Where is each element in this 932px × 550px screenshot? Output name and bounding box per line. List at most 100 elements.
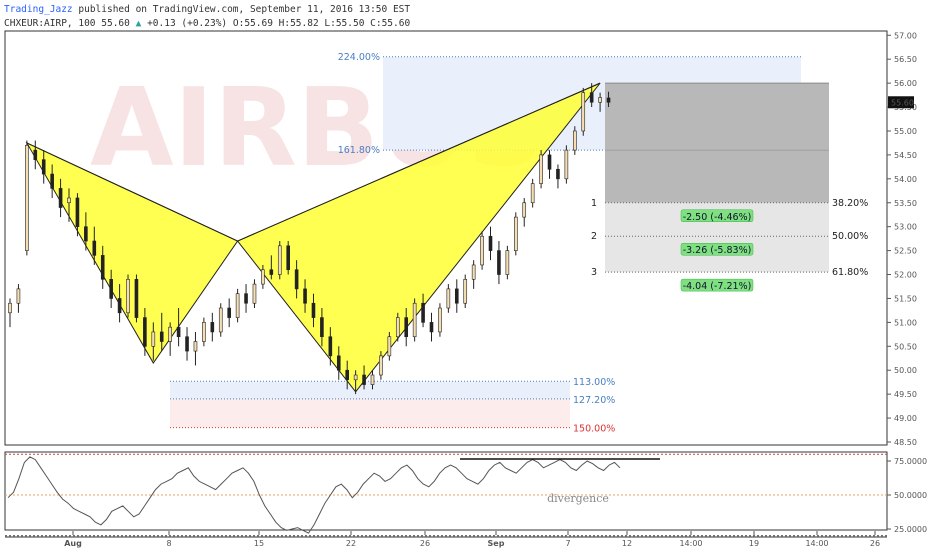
candle: [33, 140, 38, 170]
candle: [412, 298, 417, 342]
fib-label: 113.00%: [573, 377, 615, 388]
time-tick-label: Sep: [488, 539, 505, 548]
target-percent: 50.00%: [832, 231, 868, 242]
candle-body: [362, 374, 366, 385]
candle-body: [261, 269, 265, 285]
candle-body: [235, 293, 240, 318]
price-tick-label: 53.00: [894, 223, 917, 232]
time-tick-label: 14:00: [679, 539, 702, 548]
candle: [547, 150, 552, 179]
price-chart[interactable]: AIRBUS48.5049.0049.5050.0050.5051.0051.5…: [0, 0, 932, 550]
fib-label: 161.80%: [338, 145, 380, 156]
candle: [252, 279, 257, 309]
candle-body: [202, 322, 206, 342]
candle-body: [218, 307, 223, 333]
candle-body: [522, 202, 527, 218]
price-tick-label: 48.50: [894, 438, 917, 447]
price-tick-label: 53.50: [894, 199, 917, 208]
candle-body: [168, 326, 172, 342]
fib-label: 224.00%: [338, 52, 380, 63]
candle-body: [421, 302, 425, 323]
price-tick-label: 51.50: [894, 294, 917, 303]
candle-body: [463, 279, 468, 304]
candle-body: [379, 355, 383, 376]
candle-body: [438, 307, 442, 333]
price-tick-label: 56.00: [894, 79, 917, 88]
candle-body: [547, 154, 552, 170]
candle-body: [573, 130, 577, 151]
price-tick-label: 52.50: [894, 247, 917, 256]
candle: [564, 145, 569, 184]
candle-body: [539, 154, 543, 184]
candle: [126, 274, 130, 318]
candle-body: [412, 302, 417, 338]
candle: [218, 303, 223, 337]
candle-body: [530, 183, 535, 204]
candle: [202, 317, 206, 347]
candle-body: [311, 302, 316, 318]
candle: [497, 241, 501, 285]
target-number: 1: [591, 198, 597, 209]
candle-body: [513, 216, 518, 251]
candle: [446, 284, 451, 313]
price-tick-label: 57.00: [894, 31, 917, 40]
target-number: 3: [591, 267, 597, 278]
candle-body: [134, 279, 139, 318]
time-tick-label: Aug: [64, 539, 82, 548]
candle-body: [50, 173, 54, 189]
candle-body: [497, 250, 501, 275]
candle: [8, 298, 12, 328]
candle: [454, 279, 459, 313]
candle-body: [606, 97, 611, 103]
candle-body: [320, 317, 324, 338]
time-tick-label: 26: [420, 539, 430, 548]
candle: [488, 226, 493, 261]
candle-body: [193, 341, 198, 352]
candle-body: [151, 331, 156, 347]
candle-body: [159, 331, 164, 342]
candle-body: [387, 336, 392, 357]
time-tick-label: 12: [622, 539, 632, 548]
candle: [227, 298, 231, 328]
candle: [16, 284, 21, 313]
candle: [480, 231, 484, 270]
candle-body: [143, 317, 147, 347]
candle-body: [395, 317, 400, 338]
candle-body: [589, 92, 594, 103]
time-tick-label: 19: [749, 539, 759, 548]
divergence-label: divergence: [547, 492, 609, 505]
candle-body: [244, 293, 248, 304]
candle: [185, 327, 189, 361]
candle-body: [227, 307, 231, 318]
candle: [513, 212, 518, 256]
candle-body: [109, 279, 113, 299]
candle-body: [505, 250, 510, 275]
price-tick-label: 54.50: [894, 151, 917, 160]
candle-body: [117, 298, 122, 314]
candle-body: [75, 197, 80, 227]
candle: [522, 197, 527, 227]
candle-body: [345, 369, 350, 381]
time-tick-label: 8: [166, 539, 171, 548]
candle-body: [25, 145, 29, 251]
fib-label: 150.00%: [573, 424, 615, 435]
candle: [244, 284, 248, 313]
candle: [463, 274, 468, 309]
candle-body: [100, 255, 105, 280]
target-number: 2: [591, 231, 597, 242]
candle: [429, 312, 434, 342]
last-price-label: 55.60: [891, 98, 914, 107]
candle-body: [429, 322, 434, 333]
candle: [556, 164, 560, 189]
candle: [286, 241, 290, 275]
candle-body: [286, 245, 290, 271]
time-tick-label: 7: [565, 539, 570, 548]
rsi-pane-frame: [4, 451, 888, 531]
rsi-tick-label: 50.0000: [894, 491, 927, 500]
candle: [581, 87, 586, 136]
candle-body: [353, 374, 358, 381]
target-badge-text: -4.04 (-7.21%): [683, 281, 752, 292]
target-percent: 38.20%: [832, 198, 868, 209]
price-tick-label: 54.00: [894, 175, 917, 184]
price-tick-label: 49.50: [894, 390, 917, 399]
